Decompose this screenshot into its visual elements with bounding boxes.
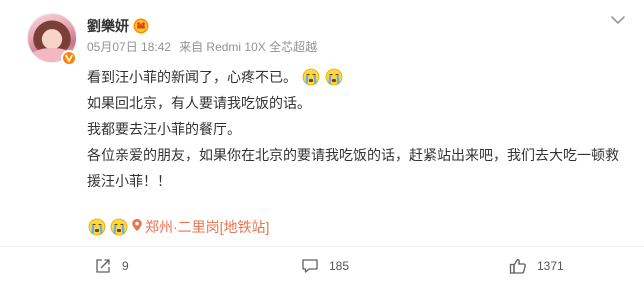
like-button[interactable]: 1371 <box>509 256 564 276</box>
repost-button[interactable]: 9 <box>94 256 129 276</box>
crying-face-icon <box>88 218 106 236</box>
crying-face-icon <box>110 218 128 236</box>
comment-button[interactable]: 185 <box>301 256 349 276</box>
thumbs-up-icon <box>509 257 527 275</box>
post-source: 来自 Redmi 10X 全芯超越 <box>179 40 318 54</box>
chevron-down-icon[interactable] <box>609 13 627 27</box>
comment-icon <box>301 257 319 275</box>
crying-face-icon <box>325 68 343 86</box>
repost-count: 9 <box>122 259 129 273</box>
location-pin-icon <box>131 216 143 238</box>
like-count: 1371 <box>537 259 564 273</box>
location-text: 郑州·二里岗[地铁站] <box>145 219 270 235</box>
author-name[interactable]: 劉樂妍 <box>87 16 129 36</box>
post-line: 如果回北京，有人要请我吃饭的话。 <box>87 95 311 111</box>
post-line-text: 看到汪小菲的新闻了，心疼不已。 <box>87 69 297 85</box>
post-line: 各位亲爱的朋友，如果你在北京的要请我吃饭的话，赶紧站出来吧，我们去大吃一顿救援汪… <box>87 147 619 189</box>
comment-count: 185 <box>329 259 350 273</box>
author-name-row: 劉樂妍 <box>87 16 149 36</box>
post-content: 看到汪小菲的新闻了，心疼不已。 如果回北京，有人要请我吃饭的话。 我都要去汪小菲… <box>87 64 627 194</box>
post-meta: 05月07日 18:42 来自 Redmi 10X 全芯超越 <box>87 39 317 55</box>
crying-face-icon <box>302 68 320 86</box>
post-line: 我都要去汪小菲的餐厅。 <box>87 121 241 137</box>
post-time[interactable]: 05月07日 18:42 <box>87 39 171 55</box>
location-link[interactable]: 郑州·二里岗[地铁站] <box>131 216 269 238</box>
post-line: 看到汪小菲的新闻了，心疼不已。 <box>87 64 627 90</box>
verified-v-icon <box>61 50 77 66</box>
share-icon <box>94 257 112 275</box>
location-row: 郑州·二里岗[地铁站] <box>87 216 269 238</box>
divider <box>0 246 644 247</box>
svip-crown-icon[interactable] <box>133 18 149 34</box>
